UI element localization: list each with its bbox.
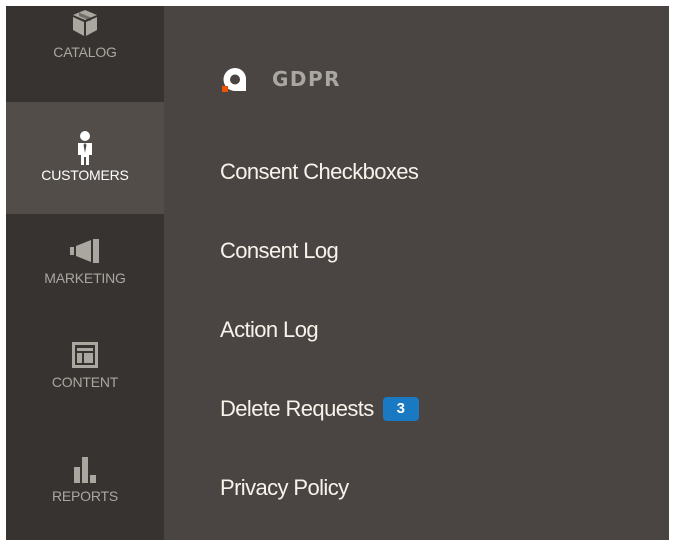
amasty-logo-icon [220,66,250,92]
menu-item-privacy-policy[interactable]: Privacy Policy [220,475,349,501]
sidebar-item-content[interactable]: CONTENT [6,340,164,420]
menu-item-label: Consent Checkboxes [220,159,419,184]
menu-item-consent-log[interactable]: Consent Log [220,238,339,264]
box-icon [72,8,98,38]
submenu-panel: GDPR Consent Checkboxes Consent Log Acti… [164,6,669,540]
sidebar-item-label: CATALOG [53,44,117,60]
sidebar-item-label: CUSTOMERS [41,167,129,183]
sidebar-item-customers[interactable]: CUSTOMERS [6,102,164,214]
submenu-header: GDPR [220,66,341,92]
count-badge: 3 [382,397,419,421]
menu-item-action-log[interactable]: Action Log [220,317,319,343]
sidebar-item-label: MARKETING [44,270,126,286]
sidebar-item-catalog[interactable]: CATALOG [6,6,164,74]
menu-item-label: Action Log [220,317,319,342]
menu-item-label: Delete Requests [220,396,374,421]
menu-item-label: Consent Log [220,238,339,263]
megaphone-icon [69,236,101,266]
admin-window: CATALOG CUSTOMERS MARKETING CONTENT REPO… [6,6,669,540]
bar-chart-icon [72,454,98,484]
sidebar-item-marketing[interactable]: MARKETING [6,236,164,316]
sidebar-item-reports[interactable]: REPORTS [6,454,164,540]
menu-item-label: Privacy Policy [220,475,349,500]
person-icon [75,131,95,165]
menu-item-consent-checkboxes[interactable]: Consent Checkboxes [220,159,419,185]
menu-item-delete-requests[interactable]: Delete Requests 3 [220,396,419,422]
layout-icon [72,340,98,370]
admin-sidebar: CATALOG CUSTOMERS MARKETING CONTENT REPO… [6,6,164,540]
page-title: GDPR [272,67,342,91]
sidebar-item-label: CONTENT [51,374,119,390]
sidebar-item-label: REPORTS [51,488,119,504]
